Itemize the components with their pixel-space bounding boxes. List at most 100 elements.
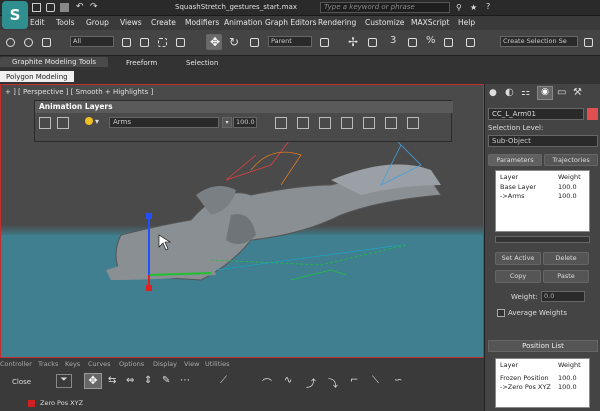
select-object-icon[interactable] (118, 34, 134, 50)
menu-keys[interactable]: Keys (65, 360, 80, 368)
app-logo-button[interactable]: S (2, 1, 28, 29)
pivot-icon[interactable] (316, 34, 332, 50)
layer-visibility-icon[interactable]: ▾ (95, 117, 99, 126)
average-weights-checkbox[interactable] (497, 309, 505, 317)
delete-button[interactable]: Delete (543, 252, 589, 265)
tangent-auto-icon[interactable]: ⌒ (262, 375, 272, 390)
tangent-step-icon[interactable]: ⌐ (350, 375, 358, 386)
list-item[interactable]: Frozen Position (500, 374, 549, 382)
delete-anim-layer-icon[interactable] (297, 117, 309, 129)
object-color-swatch[interactable] (587, 108, 598, 120)
menu-tracks[interactable]: Tracks (38, 360, 58, 368)
select-move-icon[interactable]: ✥ (206, 34, 222, 50)
infocenter-icon[interactable]: ★ (470, 3, 477, 12)
collapse-layer-icon[interactable] (385, 117, 397, 129)
list-item[interactable]: ->Arms (500, 192, 525, 200)
create-tab-icon[interactable]: ● (489, 88, 497, 98)
spinner-snap-icon[interactable] (440, 34, 456, 50)
tab-freeform[interactable]: Freeform (126, 59, 157, 67)
menu-graph-editors[interactable]: Graph Editors (265, 18, 317, 27)
slide-keys-icon[interactable]: ⇆ (108, 375, 116, 386)
menu-edit[interactable]: Edit (30, 18, 45, 27)
polygon-modeling-panel[interactable]: Polygon Modeling (0, 71, 74, 82)
edit-named-selection-icon[interactable] (462, 34, 478, 50)
move-keys-icon[interactable]: ✥ (84, 373, 102, 389)
scale-values-icon[interactable]: ⇕ (144, 375, 152, 386)
list-item[interactable]: ->Zero Pos XYZ (500, 383, 551, 391)
menu-controller[interactable]: Controller (0, 360, 32, 368)
tangent-smooth-icon[interactable]: ∽ (394, 375, 402, 386)
object-name-field[interactable]: CC_L_Arm01 (488, 108, 584, 120)
menu-options[interactable]: Options (119, 360, 144, 368)
layer-weight-field[interactable]: 100.0 (233, 117, 257, 128)
selection-level-dropdown[interactable]: Sub-Object (488, 135, 598, 147)
menu-help[interactable]: Help (458, 18, 475, 27)
snaps-toggle-icon[interactable]: 3 (386, 34, 402, 50)
reference-coordinate-dropdown[interactable]: Parent (268, 36, 312, 47)
tab-selection[interactable]: Selection (186, 59, 218, 67)
rectangle-selection-icon[interactable] (154, 34, 170, 50)
menu-display[interactable]: Display (153, 360, 177, 368)
layer-light-icon[interactable] (85, 117, 93, 125)
paste-active-layer-icon[interactable] (341, 117, 353, 129)
menu-customize[interactable]: Customize (365, 18, 404, 27)
menu-modifiers[interactable]: Modifiers (185, 18, 219, 27)
weight-spinner[interactable]: 0.0 (541, 291, 585, 302)
position-list[interactable]: Layer Weight Frozen Position 100.0 ->Zer… (495, 358, 590, 408)
undo-tool-icon[interactable] (2, 34, 18, 50)
percent-snap-icon[interactable]: % (422, 34, 438, 50)
menu-rendering[interactable]: Rendering (318, 18, 356, 27)
track-label[interactable]: Zero Pos XYZ (40, 399, 83, 407)
mirror-icon[interactable] (580, 34, 596, 50)
tab-trajectories[interactable]: Trajectories (544, 154, 598, 166)
selection-filter-dropdown[interactable]: All (70, 36, 114, 47)
undo-icon[interactable]: ↶ (76, 2, 84, 12)
help-icon[interactable]: ? (486, 2, 490, 11)
new-icon[interactable] (32, 3, 41, 12)
keyboard-shortcut-icon[interactable] (364, 34, 380, 50)
menu-utilities[interactable]: Utilities (205, 360, 229, 368)
search-icon[interactable]: ⚲ (456, 3, 462, 12)
copy-anim-layer-icon[interactable] (319, 117, 331, 129)
tangent-spline-icon[interactable]: ∿ (284, 375, 292, 386)
list-scrollbar[interactable] (495, 236, 590, 243)
reduce-keys-icon[interactable]: ⋯ (180, 375, 190, 386)
disable-layer-icon[interactable] (407, 117, 419, 129)
draw-curves-icon[interactable]: ✎ (162, 375, 170, 386)
close-button[interactable]: Close (12, 378, 31, 386)
paste-button[interactable]: Paste (543, 270, 589, 283)
tab-parameters[interactable]: Parameters (488, 154, 542, 166)
menu-create[interactable]: Create (151, 18, 176, 27)
key-tangent-icon[interactable]: ⟋ (220, 375, 227, 386)
scale-keys-icon[interactable]: ⇔ (126, 375, 134, 386)
list-item[interactable]: Base Layer (500, 183, 536, 191)
menu-maxscript[interactable]: MAXScript (411, 18, 450, 27)
menu-tools[interactable]: Tools (56, 18, 74, 27)
filter-icon[interactable]: ⏷ (56, 374, 72, 388)
window-crossing-icon[interactable] (172, 34, 188, 50)
hierarchy-tab-icon[interactable]: ⚏ (521, 87, 530, 98)
utilities-tab-icon[interactable]: ⚒ (573, 87, 582, 98)
enable-anim-layer-icon[interactable] (39, 117, 51, 129)
tangent-fast-icon[interactable]: ⤴ (306, 375, 316, 390)
menu-view[interactable]: View (184, 360, 199, 368)
motion-tab-icon[interactable]: ◉ (537, 86, 553, 100)
save-icon[interactable] (60, 3, 69, 12)
position-list-rollout[interactable]: Position List (488, 340, 598, 352)
angle-snap-icon[interactable] (404, 34, 420, 50)
layer-list[interactable]: Layer Weight Base Layer 100.0 ->Arms 100… (495, 170, 590, 232)
anim-layer-dropdown[interactable]: Arms (109, 117, 219, 128)
select-manipulate-icon[interactable]: ✢ (344, 34, 360, 50)
open-icon[interactable] (46, 3, 55, 12)
copy-button[interactable]: Copy (495, 270, 541, 283)
select-rotate-icon[interactable]: ↻ (226, 34, 242, 50)
modify-tab-icon[interactable]: ◐ (505, 87, 514, 98)
set-active-button[interactable]: Set Active (495, 252, 541, 265)
paste-new-layer-icon[interactable] (363, 117, 375, 129)
select-active-layer-icon[interactable] (57, 117, 69, 129)
tab-graphite-modeling-tools[interactable]: Graphite Modeling Tools (0, 57, 109, 67)
unlink-icon[interactable] (38, 34, 54, 50)
menu-views[interactable]: Views (120, 18, 142, 27)
tangent-slow-icon[interactable]: ⤵ (328, 375, 338, 390)
search-input[interactable]: Type a keyword or phrase (320, 2, 450, 13)
